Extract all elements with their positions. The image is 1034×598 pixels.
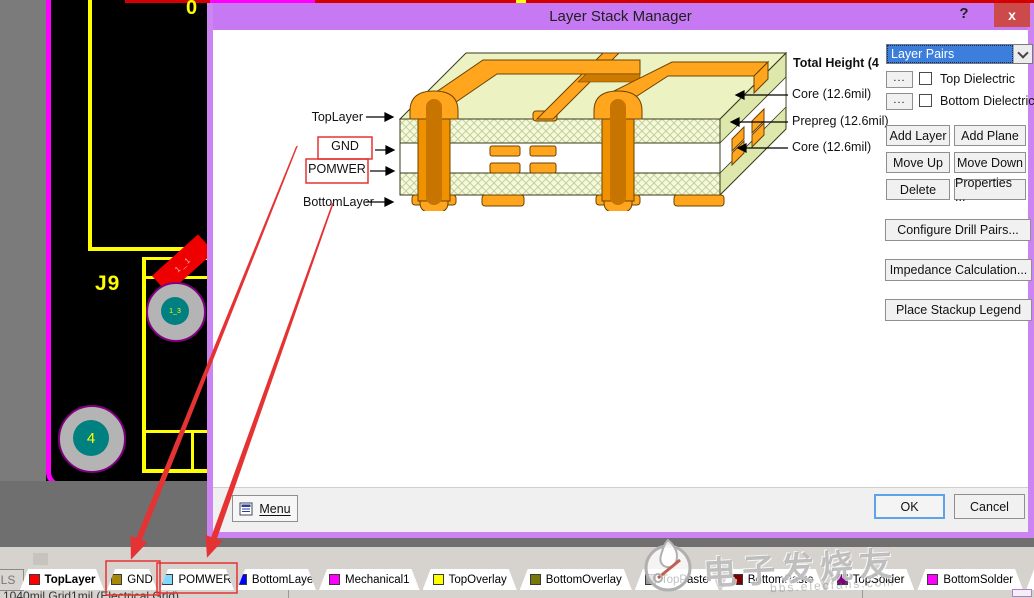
layer-tab-label: Mechanical1	[345, 573, 410, 586]
layer-tab-label: BottomLayer	[251, 573, 318, 586]
top-dielectric-label: Top Dielectric	[940, 72, 1016, 86]
layer-tab-label: TopSolder	[852, 573, 905, 586]
layer-color-swatch	[236, 574, 247, 585]
pcb-silkscreen-line	[88, 0, 92, 251]
impedance-calculation-button[interactable]: Impedance Calculation...	[885, 259, 1032, 281]
help-icon[interactable]: ?	[955, 5, 973, 25]
bottom-dielectric-ellipsis-button[interactable]: ...	[886, 93, 913, 110]
dialog-titlebar[interactable]: Layer Stack Manager ? x	[213, 3, 1030, 30]
layer-tab-label: BottomSolder	[943, 573, 1014, 586]
layer-tab-bottomlayer[interactable]: BottomLayer	[237, 569, 316, 590]
layer-color-swatch	[927, 574, 938, 585]
stack-label-gnd: GND	[331, 139, 359, 153]
layer-color-swatch	[111, 574, 122, 585]
stack-label-toplayer: TopLayer	[311, 110, 363, 124]
layer-tab-label: TopOverlay	[448, 573, 507, 586]
layer-pairs-dropdown[interactable]: Layer Pairs	[886, 44, 1033, 64]
layer-color-swatch	[433, 574, 444, 585]
bottom-dielectric-checkbox[interactable]	[919, 94, 932, 107]
layer-tab-toppaste[interactable]: TopPaste	[635, 569, 719, 590]
layer-tab-label: TopPaste	[660, 573, 709, 586]
close-icon[interactable]: x	[994, 3, 1030, 27]
layer-tab-topsolder[interactable]: TopSolder	[827, 569, 915, 590]
move-down-button[interactable]: Move Down	[954, 152, 1026, 173]
configure-drill-pairs-button[interactable]: Configure Drill Pairs...	[885, 219, 1031, 241]
pcb-panel-strip	[0, 0, 46, 547]
total-height-label: Total Height (4	[793, 56, 879, 70]
layer-tab-bottompaste[interactable]: BottomPaste	[722, 569, 824, 590]
dialog-client-area: TopLayer GND POMWER BottomLayer Total He…	[213, 30, 1034, 488]
place-stackup-legend-button[interactable]: Place Stackup Legend	[885, 299, 1032, 321]
layer-tab-topoverlay[interactable]: TopOverlay	[423, 569, 517, 590]
layer-color-swatch	[530, 574, 541, 585]
menu-label: Menu	[259, 501, 291, 516]
layer-tab-bottomoverlay[interactable]: BottomOverlay	[520, 569, 632, 590]
ok-button[interactable]: OK	[874, 494, 945, 519]
layer-tab-label: BottomOverlay	[545, 573, 622, 586]
prepreg-label: Prepreg (12.6mil)	[792, 114, 889, 128]
stack-label-power: POMWER	[308, 162, 366, 176]
pcb-footprint-line	[142, 257, 146, 473]
status-text: 1040mil Grid1mil (Electrical Grid)	[3, 590, 180, 598]
layer-tab-toplayer[interactable]: TopLayer	[20, 569, 104, 590]
add-plane-button[interactable]: Add Plane	[954, 125, 1026, 146]
pcb-pad-hole: 4	[73, 420, 109, 456]
layer-tab-label: GND	[127, 573, 153, 586]
layer-color-swatch	[837, 574, 848, 585]
layer-tab-drillguide[interactable]: DrillGuide	[1026, 569, 1034, 590]
core-top-label: Core (12.6mil)	[792, 87, 872, 101]
stack-label-bottomlayer: BottomLayer	[303, 195, 374, 209]
layer-color-swatch	[29, 574, 40, 585]
pcb-pad[interactable]: 1_3	[146, 282, 206, 342]
pcb-pad-hole: 1_3	[161, 297, 189, 325]
pcb-footprint-line	[191, 430, 194, 473]
top-dielectric-checkbox[interactable]	[919, 72, 932, 85]
layer-tab-gnd[interactable]: GND	[107, 569, 157, 590]
add-layer-button[interactable]: Add Layer	[886, 125, 950, 146]
layer-color-swatch	[645, 574, 656, 585]
layer-stack-manager-dialog: Layer Stack Manager ? x TopLayer GND POM…	[207, 3, 1034, 538]
pcb-designator: J9	[95, 272, 121, 295]
layer-tab-mechanical1[interactable]: Mechanical1	[319, 569, 420, 590]
core-bottom-label: Core (12.6mil)	[792, 140, 872, 154]
status-divider	[862, 590, 863, 598]
pcb-pad[interactable]: 4	[58, 405, 126, 473]
menu-icon	[239, 502, 253, 515]
status-divider	[288, 590, 289, 598]
cancel-button[interactable]: Cancel	[954, 494, 1025, 519]
layer-tab-label: BottomPaste	[747, 573, 814, 586]
pcb-footprint-line	[142, 430, 208, 433]
screen: 0 J9 1_1 1_3 4 Layer Stack Manager ? x T…	[0, 0, 1034, 598]
layer-tab-power[interactable]: POMWER	[160, 569, 234, 590]
statusbar-square	[33, 553, 48, 565]
dropdown-value: Layer Pairs	[887, 45, 1013, 63]
layer-tab-label: TopLayer	[44, 573, 96, 586]
layer-color-swatch	[732, 574, 743, 585]
top-dielectric-ellipsis-button[interactable]: ...	[886, 71, 913, 88]
layer-color-swatch	[329, 574, 340, 585]
bottom-dielectric-label: Bottom Dielectric	[940, 94, 1034, 108]
layer-tab-bottomsolder[interactable]: BottomSolder	[917, 569, 1023, 590]
properties-button[interactable]: Properties ...	[954, 176, 1026, 204]
chevron-down-icon[interactable]	[1013, 45, 1032, 63]
dialog-title: Layer Stack Manager	[549, 8, 692, 25]
dialog-footer: Menu OK Cancel	[213, 487, 1028, 532]
layer-tab-strip: TopLayer GND POMWER BottomLayer Mechanic…	[20, 569, 1034, 590]
layer-color-swatch	[162, 574, 173, 585]
layer-tab-label: POMWER	[178, 573, 232, 586]
move-up-button[interactable]: Move Up	[886, 152, 950, 173]
via-label: 1_1	[172, 254, 194, 274]
layer-stack-diagram	[398, 51, 788, 211]
delete-button[interactable]: Delete	[886, 179, 950, 200]
menu-button[interactable]: Menu	[232, 495, 298, 522]
pcb-footprint-line	[142, 469, 208, 473]
status-minibox	[1012, 589, 1032, 597]
pcb-origin-marker: 0	[186, 0, 199, 19]
